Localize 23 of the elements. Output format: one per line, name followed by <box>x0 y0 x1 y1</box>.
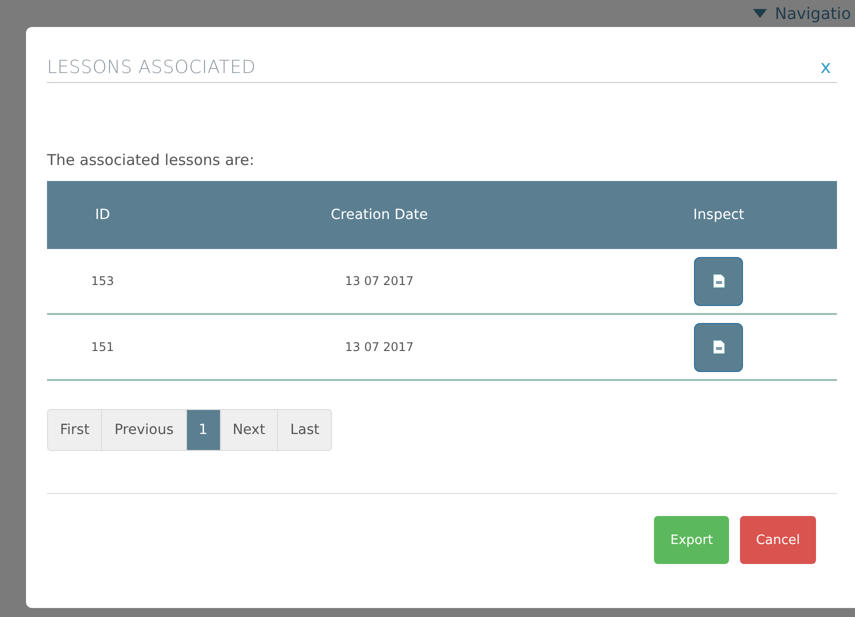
page-button[interactable]: Last <box>277 409 332 451</box>
cancel-button[interactable]: Cancel <box>740 516 816 564</box>
close-button[interactable]: x <box>814 57 837 78</box>
page-button[interactable]: First <box>47 409 102 451</box>
page-button[interactable]: 1 <box>186 409 221 451</box>
intro-text: The associated lessons are: <box>47 151 256 169</box>
table-cell: 153 <box>47 249 158 314</box>
document-icon <box>712 274 725 288</box>
table-cell: 13 07 2017 <box>158 249 601 314</box>
caret-icon <box>752 9 767 18</box>
inspect-button[interactable] <box>694 256 744 306</box>
export-button[interactable]: Export <box>654 516 729 564</box>
page-button[interactable]: Previous <box>101 409 187 451</box>
page-button[interactable]: Next <box>220 409 278 451</box>
table-cell: 13 07 2017 <box>158 314 601 380</box>
column-header: Creation Date <box>158 181 601 249</box>
document-icon <box>712 340 725 354</box>
modal-title: LESSONS ASSOCIATED <box>47 57 256 78</box>
navigation-label[interactable]: Navigatio <box>774 4 851 23</box>
column-header: ID <box>47 181 158 249</box>
inspect-button[interactable] <box>694 322 744 372</box>
table-cell: 151 <box>47 314 158 380</box>
column-header: Inspect <box>600 181 837 249</box>
